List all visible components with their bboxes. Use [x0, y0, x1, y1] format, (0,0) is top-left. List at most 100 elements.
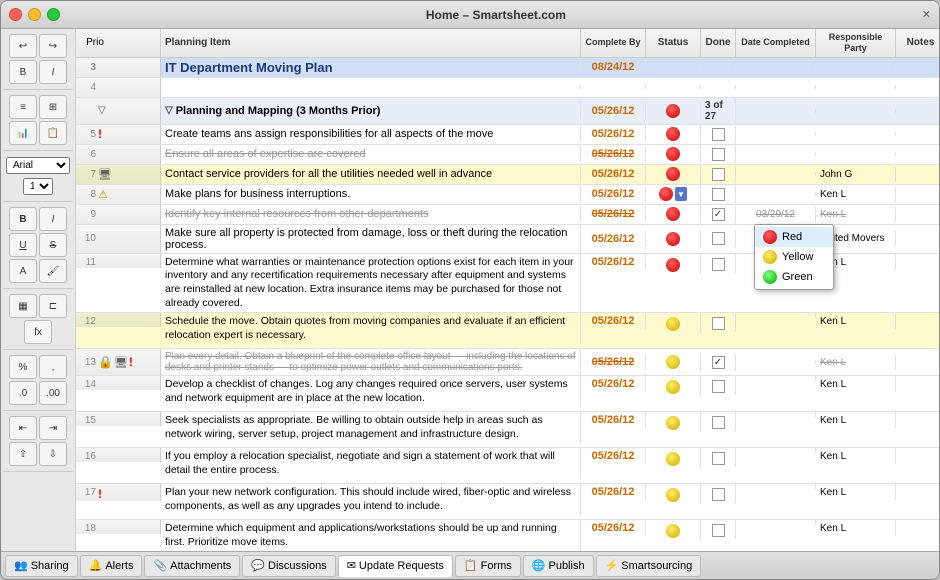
warning-icon: ⚠ — [98, 188, 108, 201]
bg-color-btn[interactable]: 🖌 — [39, 259, 67, 283]
view-btn3[interactable]: 📊 — [9, 121, 37, 145]
status-dropdown-arrow[interactable]: ▼ — [675, 187, 687, 201]
redo-button[interactable]: ↪ — [39, 34, 67, 58]
col-done-header: Done — [701, 29, 736, 57]
tab-smartsourcing[interactable]: ⚡ Smartsourcing — [596, 555, 702, 577]
table-row: 13 🔒 🖥 ! Plan every detail. Obtain a blu… — [76, 349, 939, 376]
status-dot — [666, 452, 680, 466]
minimize-button[interactable] — [28, 8, 41, 21]
table-row: 15 Seek specialists as appropriate. Be w… — [76, 412, 939, 448]
move-down-btn[interactable]: ⇩ — [39, 442, 67, 466]
done-checkbox[interactable] — [712, 188, 725, 201]
view-btn1[interactable]: ≡ — [9, 95, 37, 119]
table-row: 8 ⚠ Make plans for business interruption… — [76, 185, 939, 205]
comma-btn[interactable]: , — [39, 355, 67, 379]
strike-btn[interactable]: S — [39, 233, 67, 257]
update-requests-icon: ✉ — [347, 559, 356, 572]
done-checkbox[interactable] — [712, 488, 725, 501]
forms-icon: 📋 — [464, 559, 478, 572]
rows-area[interactable]: 3 IT Department Moving Plan 08/24/12 — [76, 58, 939, 551]
group-complete-cell: 05/26/12 — [581, 103, 646, 119]
font-selector[interactable]: ArialArialHelveticaTimes New RomanCourie… — [6, 157, 70, 174]
row-num-4: 4 — [76, 78, 161, 97]
done-checkbox[interactable] — [712, 258, 725, 271]
maximize-button[interactable] — [47, 8, 60, 21]
row-3-cells: IT Department Moving Plan 08/24/12 — [161, 58, 939, 77]
table-row: 16 If you employ a relocation specialist… — [76, 448, 939, 484]
smartsourcing-icon: ⚡ — [605, 559, 619, 572]
left-toolbar: ↩ ↪ B I ≡ ⊞ 📊 📋 ArialArialHelveticaTimes… — [1, 29, 76, 551]
tab-publish[interactable]: 🌐 Publish — [523, 555, 594, 577]
move-up-btn[interactable]: ⇧ — [9, 442, 37, 466]
bold-text-btn[interactable]: B — [9, 207, 37, 231]
lock-icon: 🔒 — [98, 355, 113, 369]
green-dot — [763, 270, 777, 284]
discussions-icon: 💬 — [251, 559, 265, 572]
done-checkbox[interactable] — [712, 128, 725, 141]
tab-update-requests[interactable]: ✉ Update Requests — [338, 555, 453, 577]
percent-btn[interactable]: % — [9, 355, 37, 379]
group-status-dot — [666, 104, 680, 118]
group-collapse-icon[interactable]: ▽ — [165, 105, 173, 116]
undo-button[interactable]: ↩ — [9, 34, 37, 58]
window-title: Home – Smartsheet.com — [70, 8, 922, 22]
done-checkbox[interactable] — [712, 452, 725, 465]
merge-btn[interactable]: ⊏ — [39, 294, 67, 318]
border-btn[interactable]: ▦ — [9, 294, 37, 318]
formula-btn[interactable]: fx — [24, 320, 52, 344]
underline-btn[interactable]: U — [9, 233, 37, 257]
status-dot — [666, 258, 680, 272]
table-row: 17 ! Plan your new network configuration… — [76, 484, 939, 520]
done-checkbox[interactable] — [712, 416, 725, 429]
table-row: 14 Develop a checklist of changes. Log a… — [76, 376, 939, 412]
status-dot — [666, 416, 680, 430]
tab-discussions[interactable]: 💬 Discussions — [242, 555, 335, 577]
sharing-icon: 👥 — [14, 559, 28, 572]
done-checkbox[interactable] — [712, 208, 725, 221]
done-checkbox[interactable] — [712, 148, 725, 161]
status-dot — [666, 355, 680, 369]
monitor-icon: 🖥 — [98, 168, 112, 181]
inc-btn[interactable]: .00 — [39, 381, 67, 405]
close-tab-button[interactable]: ✕ — [922, 8, 931, 21]
tab-forms[interactable]: 📋 Forms — [455, 555, 521, 577]
indent-more-btn[interactable]: ⇥ — [39, 416, 67, 440]
expand-collapse-icon[interactable]: ▽ — [98, 105, 106, 116]
done-checkbox[interactable] — [712, 317, 725, 330]
alerts-icon: 🔔 — [89, 559, 103, 572]
dropdown-item-yellow[interactable]: Yellow — [755, 247, 833, 267]
dropdown-item-green[interactable]: Green — [755, 267, 833, 287]
color-btn[interactable]: A — [9, 259, 37, 283]
tab-attachments[interactable]: 📎 Attachments — [144, 555, 240, 577]
done-checkbox[interactable] — [712, 524, 725, 537]
status-dot — [666, 232, 680, 246]
indent-less-btn[interactable]: ⇤ — [9, 416, 37, 440]
close-button[interactable] — [9, 8, 22, 21]
view-btn2[interactable]: ⊞ — [39, 95, 67, 119]
monitor-icon: 🖥 — [114, 356, 128, 369]
attachments-icon: 📎 — [153, 559, 167, 572]
window-controls[interactable] — [9, 8, 60, 21]
tab-alerts[interactable]: 🔔 Alerts — [80, 555, 143, 577]
blank-row-4: 4 — [76, 78, 939, 98]
bold-button[interactable]: B — [9, 60, 37, 84]
bottom-tab-bar: 👥 Sharing 🔔 Alerts 📎 Attachments 💬 Discu… — [1, 551, 939, 579]
italic-button[interactable]: I — [39, 60, 67, 84]
table-row: 7 🖥 Contact service providers for all th… — [76, 165, 939, 185]
col-status-header: Status — [646, 29, 701, 57]
dec-btn[interactable]: .0 — [9, 381, 37, 405]
priority-icon: ! — [98, 127, 102, 141]
dropdown-item-red[interactable]: Red — [755, 227, 833, 247]
tab-sharing[interactable]: 👥 Sharing — [5, 555, 78, 577]
font-size-selector[interactable]: 1089101112141618 — [23, 178, 53, 195]
done-checkbox[interactable] — [712, 356, 725, 369]
done-checkbox[interactable] — [712, 168, 725, 181]
status-dropdown-popup[interactable]: Red Yellow Green — [754, 224, 834, 290]
done-checkbox[interactable] — [712, 232, 725, 245]
done-checkbox[interactable] — [712, 380, 725, 393]
titlebar: Home – Smartsheet.com ✕ — [1, 1, 939, 29]
view-btn4[interactable]: 📋 — [39, 121, 67, 145]
italic-text-btn[interactable]: I — [39, 207, 67, 231]
status-dot — [666, 207, 680, 221]
spreadsheet-area: Prio Planning Item Complete By Status Do… — [76, 29, 939, 551]
